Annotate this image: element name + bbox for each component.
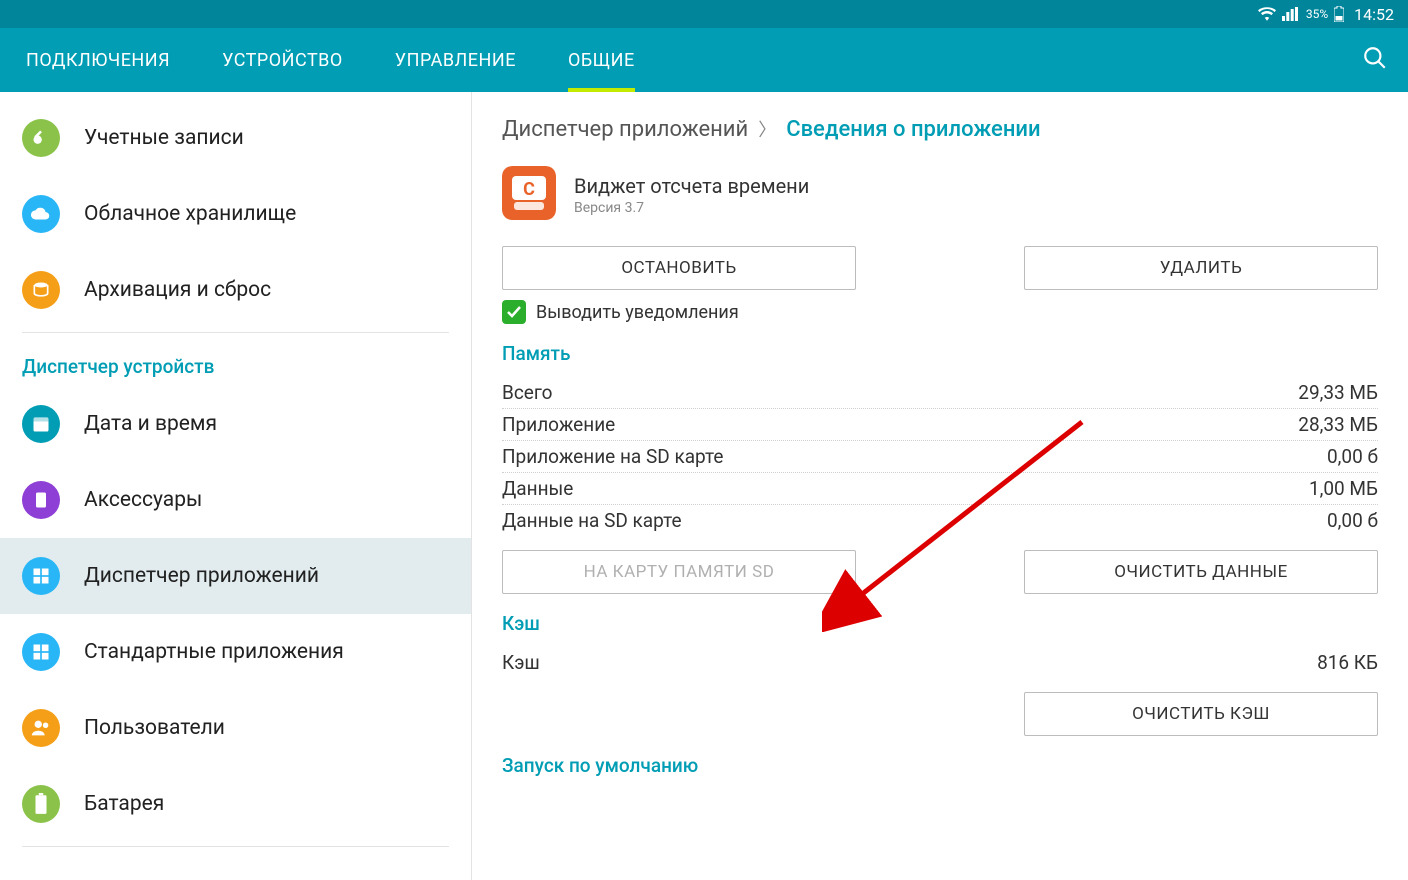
tab-connections[interactable]: ПОДКЛЮЧЕНИЯ xyxy=(0,28,196,92)
app-icon: C xyxy=(502,166,556,224)
info-row: Приложение на SD карте0,00 б xyxy=(502,441,1378,473)
sidebar-item-label: Учетные записи xyxy=(84,126,244,150)
cloud-icon xyxy=(22,195,60,233)
sidebar-item-label: Облачное хранилище xyxy=(84,202,296,226)
tab-device[interactable]: УСТРОЙСТВО xyxy=(196,28,369,92)
info-row: Данные на SD карте0,00 б xyxy=(502,505,1378,536)
battery-icon xyxy=(22,785,60,823)
sidebar-item-datetime[interactable]: Дата и время xyxy=(0,386,471,462)
section-cache-header: Кэш xyxy=(502,612,1378,635)
sidebar-item-label: Аксессуары xyxy=(84,488,202,512)
sidebar[interactable]: Учетные записи Облачное хранилище Архива… xyxy=(0,92,472,880)
info-row: Приложение28,33 МБ xyxy=(502,409,1378,441)
move-to-sd-button[interactable]: НА КАРТУ ПАМЯТИ SD xyxy=(502,550,856,594)
clock-icon xyxy=(22,405,60,443)
sidebar-item-accessories[interactable]: Аксессуары xyxy=(0,462,471,538)
app-header: C Виджет отсчета времени Версия 3.7 xyxy=(502,166,1378,224)
chevron-right-icon: 〉 xyxy=(758,116,776,142)
sidebar-item-accounts[interactable]: Учетные записи xyxy=(0,100,471,176)
battery-icon xyxy=(1334,6,1344,22)
notifications-checkbox-row[interactable]: Выводить уведомления xyxy=(502,300,1378,324)
tab-bar: ПОДКЛЮЧЕНИЯ УСТРОЙСТВО УПРАВЛЕНИЕ ОБЩИЕ xyxy=(0,28,1408,92)
sidebar-item-label: Архивация и сброс xyxy=(84,278,271,302)
grid-icon xyxy=(22,557,60,595)
backup-icon xyxy=(22,271,60,309)
sidebar-item-label: Диспетчер приложений xyxy=(84,564,319,588)
sidebar-item-users[interactable]: Пользователи xyxy=(0,690,471,766)
divider xyxy=(22,846,449,847)
breadcrumb-current: Сведения о приложении xyxy=(786,117,1040,142)
content-pane[interactable]: Диспетчер приложений 〉 Сведения о прилож… xyxy=(472,92,1408,880)
checkbox-label: Выводить уведомления xyxy=(536,302,739,323)
info-row: Данные1,00 МБ xyxy=(502,473,1378,505)
clear-data-button[interactable]: ОЧИСТИТЬ ДАННЫЕ xyxy=(1024,550,1378,594)
battery-percentage: 35% xyxy=(1306,7,1328,21)
info-row: Кэш816 КБ xyxy=(502,647,1378,678)
search-icon xyxy=(1362,45,1388,75)
section-launch-header: Запуск по умолчанию xyxy=(502,754,1378,777)
breadcrumb-parent[interactable]: Диспетчер приложений xyxy=(502,117,748,142)
breadcrumb: Диспетчер приложений 〉 Сведения о прилож… xyxy=(502,116,1378,142)
app-name: Виджет отсчета времени xyxy=(574,174,809,198)
cache-info: Кэш816 КБ xyxy=(502,647,1378,678)
tab-control[interactable]: УПРАВЛЕНИЕ xyxy=(369,28,542,92)
sidebar-section-header: Диспетчер устройств xyxy=(0,337,471,386)
section-memory-header: Память xyxy=(502,342,1378,365)
svg-text:C: C xyxy=(523,179,535,200)
wifi-icon xyxy=(1258,7,1276,21)
divider xyxy=(22,332,449,333)
stop-button[interactable]: ОСТАНОВИТЬ xyxy=(502,246,856,290)
sidebar-item-label: Стандартные приложения xyxy=(84,640,344,664)
users-icon xyxy=(22,709,60,747)
sidebar-item-cloud[interactable]: Облачное хранилище xyxy=(0,176,471,252)
status-bar: 35% 14:52 xyxy=(0,0,1408,28)
accessory-icon xyxy=(22,481,60,519)
tab-general[interactable]: ОБЩИЕ xyxy=(542,28,661,92)
sidebar-item-label: Пользователи xyxy=(84,716,225,740)
key-icon xyxy=(22,119,60,157)
search-button[interactable] xyxy=(1342,28,1408,92)
clear-cache-button[interactable]: ОЧИСТИТЬ КЭШ xyxy=(1024,692,1378,736)
checkbox-checked-icon[interactable] xyxy=(502,300,526,324)
sidebar-item-app-manager[interactable]: Диспетчер приложений xyxy=(0,538,471,614)
sidebar-item-default-apps[interactable]: Стандартные приложения xyxy=(0,614,471,690)
signal-icon xyxy=(1282,7,1298,21)
app-version: Версия 3.7 xyxy=(574,200,809,216)
sidebar-item-battery[interactable]: Батарея xyxy=(0,766,471,842)
grid-icon xyxy=(22,633,60,671)
memory-info: Всего29,33 МБ Приложение28,33 МБ Приложе… xyxy=(502,377,1378,536)
uninstall-button[interactable]: УДАЛИТЬ xyxy=(1024,246,1378,290)
info-row: Всего29,33 МБ xyxy=(502,377,1378,409)
sidebar-item-label: Батарея xyxy=(84,792,164,816)
sidebar-item-label: Дата и время xyxy=(84,412,217,436)
sidebar-item-backup[interactable]: Архивация и сброс xyxy=(0,252,471,328)
clock-text: 14:52 xyxy=(1354,5,1394,24)
